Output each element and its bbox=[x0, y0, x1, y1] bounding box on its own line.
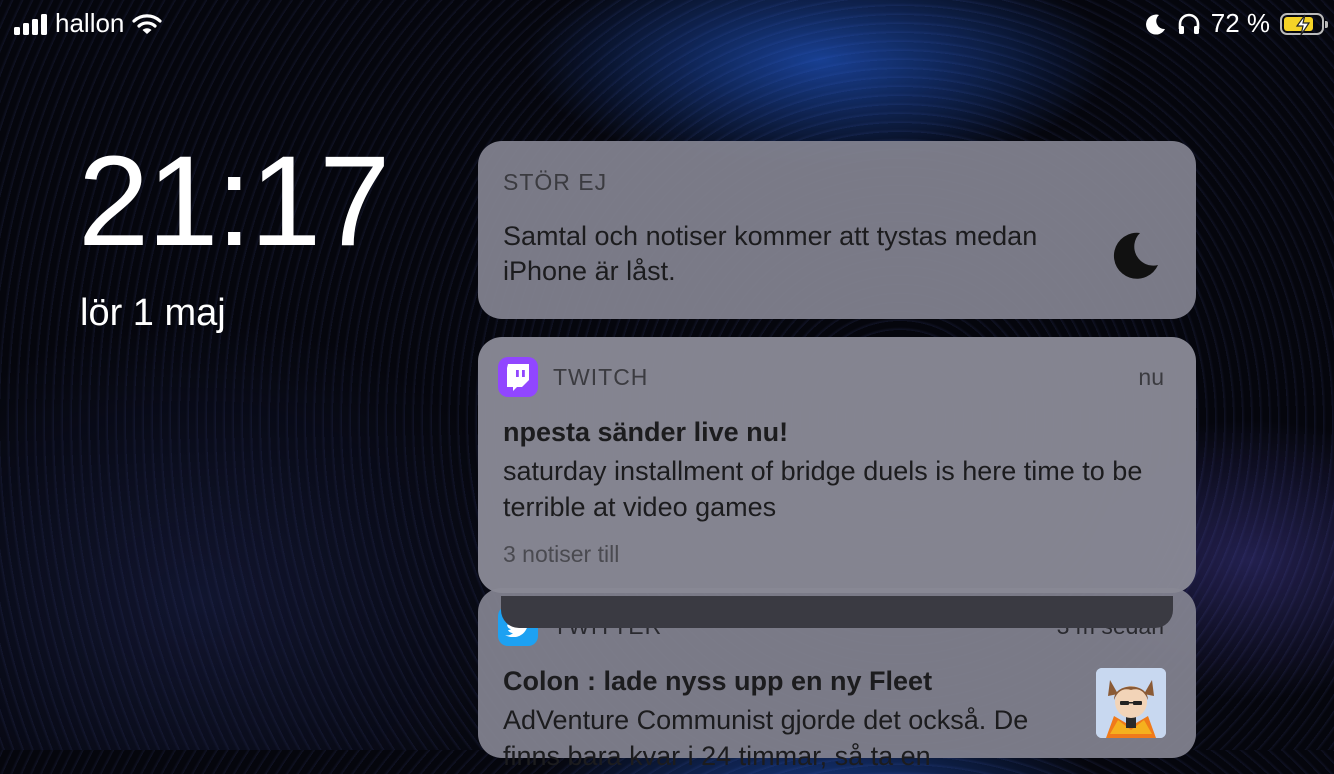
notification-body: saturday installment of bridge duels is … bbox=[503, 456, 1143, 522]
bolt-icon bbox=[1295, 14, 1311, 35]
battery-charging-icon bbox=[1280, 12, 1328, 35]
app-name: TWITCH bbox=[553, 364, 649, 390]
stacked-notifications-edge[interactable] bbox=[501, 596, 1173, 628]
status-bar: hallon 72 % bbox=[0, 0, 1334, 48]
wifi-icon bbox=[132, 13, 163, 34]
notification-body: AdVenture Communist gjorde det också. De… bbox=[503, 705, 1029, 771]
dnd-notification[interactable]: STÖR EJ Samtal och notiser kommer att ty… bbox=[478, 141, 1196, 319]
carrier-name: hallon bbox=[55, 8, 125, 38]
dnd-body: Samtal och notiser kommer att tystas med… bbox=[503, 221, 1038, 286]
lockscreen-date: lör 1 maj bbox=[80, 292, 226, 334]
notification-time: nu bbox=[1138, 364, 1164, 390]
dnd-header: STÖR EJ bbox=[503, 169, 608, 195]
twitch-notification[interactable]: TWITCH nu npesta sänder live nu! saturda… bbox=[478, 337, 1196, 593]
moon-icon bbox=[1145, 14, 1165, 35]
status-bar-left: hallon bbox=[14, 8, 163, 39]
battery-percent: 72 % bbox=[1210, 8, 1270, 38]
twitch-icon bbox=[498, 357, 538, 397]
signal-icon bbox=[14, 13, 47, 35]
avatar-thumbnail bbox=[1096, 668, 1166, 738]
battery-nub bbox=[1325, 20, 1328, 28]
more-notifications[interactable]: 3 notiser till bbox=[503, 541, 619, 568]
notification-title: Colon : lade nyss upp en ny Fleet bbox=[503, 666, 933, 696]
notification-title: npesta sänder live nu! bbox=[503, 417, 789, 447]
status-bar-right: 72 % bbox=[1145, 8, 1328, 39]
moon-icon bbox=[1113, 232, 1158, 279]
lockscreen-time: 21:17 bbox=[78, 130, 390, 273]
headphones-icon bbox=[1178, 13, 1200, 34]
